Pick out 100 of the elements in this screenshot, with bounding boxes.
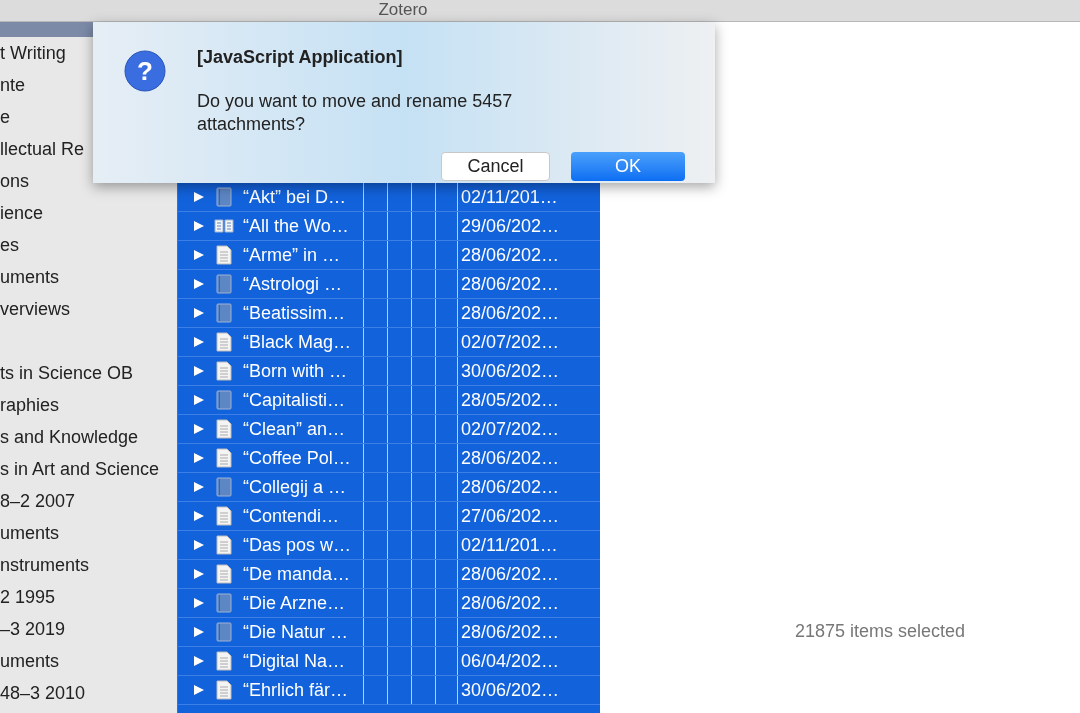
expand-triangle-icon[interactable] <box>193 191 205 203</box>
date-added: 02/11/201… <box>461 533 558 557</box>
item-title: “Astrologi … <box>243 272 344 296</box>
item-title: “Das pos w… <box>243 533 353 557</box>
item-row[interactable]: “Digital Na… 06/04/202… <box>178 647 600 676</box>
collection-item[interactable]: verviews <box>0 295 70 323</box>
expand-triangle-icon[interactable] <box>193 510 205 522</box>
collection-item[interactable]: –3 2019 <box>0 615 66 643</box>
item-title: “Born with … <box>243 359 349 383</box>
date-added: 28/05/202… <box>461 388 560 412</box>
item-title: “Arme” in … <box>243 243 341 267</box>
expand-triangle-icon[interactable] <box>193 307 205 319</box>
collection-item[interactable]: llectual Re <box>0 135 85 163</box>
item-row[interactable]: “Das pos w… 02/11/201… <box>178 531 600 560</box>
date-added: 28/06/202… <box>461 591 560 615</box>
expand-triangle-icon[interactable] <box>193 568 205 580</box>
cancel-button[interactable]: Cancel <box>441 152 550 181</box>
book-icon <box>216 622 232 642</box>
item-row[interactable]: “Arme” in … 28/06/202… <box>178 241 600 270</box>
date-added: 28/06/202… <box>461 446 560 470</box>
item-row[interactable]: “Ehrlich fär… 30/06/202… <box>178 676 600 705</box>
expand-triangle-icon[interactable] <box>193 278 205 290</box>
collection-item[interactable]: uments <box>0 647 60 675</box>
expand-triangle-icon[interactable] <box>193 336 205 348</box>
item-title: “Digital Na… <box>243 649 347 673</box>
item-title: “Clean” an… <box>243 417 347 441</box>
date-added: 29/06/202… <box>461 214 560 238</box>
item-title: “Ehrlich fär… <box>243 678 350 702</box>
document-icon <box>216 332 232 352</box>
collection-item[interactable]: 8–2 2007 <box>0 487 76 515</box>
collection-item[interactable]: e <box>0 103 10 131</box>
item-row[interactable]: “Contendi… 27/06/202… <box>178 502 600 531</box>
expand-triangle-icon[interactable] <box>193 249 205 261</box>
collection-item[interactable]: nstruments <box>0 551 90 579</box>
date-added: 27/06/202… <box>461 504 560 528</box>
collection-item[interactable]: 48–3 2010 <box>0 679 86 707</box>
selection-count: 21875 items selected <box>794 620 966 643</box>
date-added: 02/11/201… <box>461 185 558 209</box>
item-row[interactable]: “Die Natur … 28/06/202… <box>178 618 600 647</box>
collection-item[interactable]: s in Art and Science <box>0 455 160 483</box>
book-icon <box>216 390 232 410</box>
collection-item[interactable]: es <box>0 231 19 259</box>
book-icon <box>216 477 232 497</box>
date-added: 28/06/202… <box>461 243 560 267</box>
item-row[interactable]: “Akt” bei D… 02/11/201… <box>178 183 600 212</box>
item-row[interactable]: “All the Wo… 29/06/202… <box>178 212 600 241</box>
document-icon <box>216 419 232 439</box>
collection-item[interactable]: ts in Science OB <box>0 359 134 387</box>
collection-item[interactable]: raphies <box>0 391 60 419</box>
dialog-message: Do you want to move and rename 5457 attachments? <box>197 90 514 136</box>
document-icon <box>216 535 232 555</box>
date-added: 28/06/202… <box>461 620 560 644</box>
collection-item[interactable]: nte <box>0 71 26 99</box>
item-row[interactable]: “Born with … 30/06/202… <box>178 357 600 386</box>
item-row[interactable]: “Clean” an… 02/07/202… <box>178 415 600 444</box>
question-icon: ? <box>124 50 166 92</box>
expand-triangle-icon[interactable] <box>193 452 205 464</box>
item-title: “Coffee Pol… <box>243 446 352 470</box>
collection-item[interactable]: ience <box>0 199 44 227</box>
date-added: 28/06/202… <box>461 475 560 499</box>
expand-triangle-icon[interactable] <box>193 481 205 493</box>
collection-item[interactable]: ons <box>0 167 30 195</box>
window-title: Zotero <box>377 0 429 21</box>
item-row[interactable]: “Capitalisti… 28/05/202… <box>178 386 600 415</box>
date-added: 30/06/202… <box>461 678 560 702</box>
item-row[interactable]: “Collegij a … 28/06/202… <box>178 473 600 502</box>
collection-item[interactable]: uments <box>0 519 60 547</box>
item-row[interactable]: “Astrologi … 28/06/202… <box>178 270 600 299</box>
expand-triangle-icon[interactable] <box>193 655 205 667</box>
item-title: “Black Mag… <box>243 330 353 354</box>
document-icon <box>216 448 232 468</box>
book-icon <box>216 187 232 207</box>
document-icon <box>216 506 232 526</box>
collection-item[interactable]: t Writing <box>0 39 66 67</box>
expand-triangle-icon[interactable] <box>193 597 205 609</box>
item-row[interactable]: “Die Arzne… 28/06/202… <box>178 589 600 618</box>
expand-triangle-icon[interactable] <box>193 365 205 377</box>
expand-triangle-icon[interactable] <box>193 394 205 406</box>
date-added: 28/06/202… <box>461 272 560 296</box>
expand-triangle-icon[interactable] <box>193 220 205 232</box>
collection-item[interactable]: uments <box>0 263 60 291</box>
item-title: “Die Natur … <box>243 620 350 644</box>
collection-item[interactable]: s and Knowledge <box>0 423 139 451</box>
collection-item[interactable]: 2 1995 <box>0 583 56 611</box>
date-added: 06/04/202… <box>461 649 560 673</box>
expand-triangle-icon[interactable] <box>193 423 205 435</box>
document-icon <box>216 361 232 381</box>
expand-triangle-icon[interactable] <box>193 684 205 696</box>
item-row[interactable]: “Beatissim… 28/06/202… <box>178 299 600 328</box>
expand-triangle-icon[interactable] <box>193 626 205 638</box>
item-title: “Akt” bei D… <box>243 185 348 209</box>
item-row[interactable]: “De manda… 28/06/202… <box>178 560 600 589</box>
item-title: “De manda… <box>243 562 352 586</box>
date-added: 28/06/202… <box>461 301 560 325</box>
date-added: 28/06/202… <box>461 562 560 586</box>
date-added: 02/07/202… <box>461 330 560 354</box>
date-added: 30/06/202… <box>461 359 560 383</box>
item-row[interactable]: “Coffee Pol… 28/06/202… <box>178 444 600 473</box>
item-row[interactable]: “Black Mag… 02/07/202… <box>178 328 600 357</box>
expand-triangle-icon[interactable] <box>193 539 205 551</box>
